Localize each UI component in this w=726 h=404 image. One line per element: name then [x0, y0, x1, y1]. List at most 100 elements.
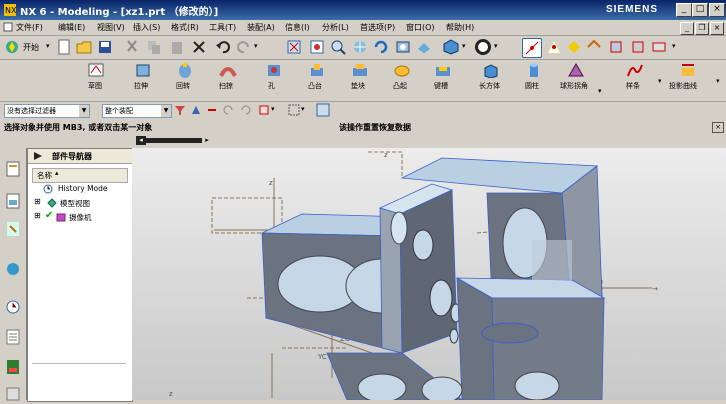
menu-assembly[interactable]: 装配(A): [247, 22, 275, 33]
undo-icon[interactable]: [215, 39, 231, 55]
extrude-icon[interactable]: [134, 62, 152, 78]
chevron-down-icon[interactable]: ▼: [161, 105, 171, 117]
select-bodies-icon[interactable]: [608, 39, 624, 55]
model-body[interactable]: [261, 157, 606, 400]
cut-icon[interactable]: [124, 39, 140, 55]
block-label[interactable]: 长方体: [479, 81, 500, 91]
pad-icon[interactable]: [351, 62, 369, 78]
select-all-icon[interactable]: [651, 39, 667, 55]
project-curve-icon[interactable]: [679, 62, 697, 78]
select-components-icon[interactable]: [630, 39, 646, 55]
start-icon[interactable]: [4, 39, 20, 55]
history-icon[interactable]: [5, 298, 21, 316]
more-features-icon[interactable]: ▾: [598, 87, 602, 95]
spline-icon[interactable]: [626, 62, 644, 78]
feature-select-icon[interactable]: [190, 104, 202, 116]
new-file-icon[interactable]: [56, 39, 72, 55]
camera-icon[interactable]: [416, 39, 432, 55]
render-style-icon[interactable]: [474, 38, 492, 56]
close-cue-button[interactable]: ×: [712, 122, 724, 133]
doc-close-button[interactable]: ×: [710, 22, 724, 35]
zoom-icon[interactable]: [309, 39, 325, 55]
boss-icon[interactable]: [308, 62, 326, 78]
maximize-button[interactable]: □: [692, 3, 708, 17]
sketch-icon[interactable]: [87, 62, 105, 78]
emboss-icon[interactable]: [393, 62, 411, 78]
spherical-corner-icon[interactable]: [567, 62, 585, 78]
menu-info[interactable]: 信息(I): [285, 22, 310, 33]
project-curve-label[interactable]: 投影曲线: [669, 81, 697, 91]
expand-icon[interactable]: ⊞: [34, 197, 41, 206]
sketch-label[interactable]: 草图: [88, 81, 102, 91]
snap-icon[interactable]: [206, 104, 218, 116]
menu-tools[interactable]: 工具(T): [209, 22, 236, 33]
revolve-label[interactable]: 回转: [176, 81, 190, 91]
expand-icon[interactable]: ⊞: [34, 211, 41, 220]
assembly-navigator-icon[interactable]: [5, 160, 21, 178]
arrow-back-icon[interactable]: [222, 104, 234, 116]
perspective-icon[interactable]: [395, 39, 411, 55]
render-dropdown-icon[interactable]: ▾: [494, 42, 498, 50]
menu-window[interactable]: 窗口(O): [406, 22, 435, 33]
redo-icon[interactable]: [236, 39, 252, 55]
process-studio-icon[interactable]: [5, 358, 21, 376]
model-viewport[interactable]: z z z ZC YC z z →: [132, 148, 726, 400]
view-triad-icon[interactable]: [316, 103, 330, 117]
open-folder-icon[interactable]: [76, 39, 92, 55]
type-filter-select[interactable]: 没有选择过滤器 ▼: [4, 104, 90, 118]
selection-dropdown-icon[interactable]: ▾: [672, 42, 676, 50]
block-icon[interactable]: [482, 62, 500, 78]
document-icon[interactable]: [3, 22, 13, 32]
copy-icon[interactable]: [146, 39, 162, 55]
menu-edit[interactable]: 编辑(E): [58, 22, 85, 33]
spline-label[interactable]: 样条: [626, 81, 640, 91]
collapse-right-icon[interactable]: ▸: [202, 136, 212, 145]
sweep-label[interactable]: 扫掠: [219, 81, 233, 91]
collapse-left-icon[interactable]: ◂: [136, 136, 146, 145]
select-faces-icon[interactable]: [566, 39, 582, 55]
doc-minimize-button[interactable]: _: [680, 22, 694, 35]
menu-preferences[interactable]: 首选项(P): [360, 22, 395, 33]
system-materials-icon[interactable]: [5, 328, 21, 346]
web-browser-icon[interactable]: [5, 260, 21, 278]
cylinder-icon[interactable]: [525, 62, 543, 78]
snap-point-icon[interactable]: [522, 38, 542, 58]
reuse-library-icon[interactable]: [5, 220, 21, 238]
doc-restore-button[interactable]: ❐: [695, 22, 709, 35]
fit-view-icon[interactable]: [286, 39, 302, 55]
redo-dropdown-icon[interactable]: ▾: [254, 42, 258, 50]
sort-up-icon[interactable]: ▴: [55, 169, 59, 177]
hole-label[interactable]: 孔: [268, 81, 275, 91]
nx-app-icon[interactable]: NX: [3, 3, 17, 17]
pad-label[interactable]: 垫块: [351, 81, 365, 91]
column-header[interactable]: 名称 ▴: [32, 168, 128, 183]
pan-icon[interactable]: [352, 39, 368, 55]
spherical-corner-label[interactable]: 球形拐角: [560, 81, 588, 91]
orient-view-icon[interactable]: [443, 39, 459, 55]
boss-label[interactable]: 凸台: [308, 81, 322, 91]
menu-analysis[interactable]: 分析(L): [322, 22, 349, 33]
lasso-dropdown-icon[interactable]: ▾: [301, 105, 305, 113]
navigator-pin-icon[interactable]: [34, 152, 42, 160]
menu-help[interactable]: 帮助(H): [446, 22, 474, 33]
select-mode-dropdown-icon[interactable]: ▾: [271, 105, 275, 113]
filter-icon[interactable]: [174, 104, 186, 116]
start-dropdown-icon[interactable]: ▾: [46, 42, 50, 50]
scope-select[interactable]: 整个装配 ▼: [102, 104, 172, 118]
arrow-forward-icon[interactable]: [240, 104, 252, 116]
zoom-in-out-icon[interactable]: [330, 39, 346, 55]
slot-icon[interactable]: [434, 62, 452, 78]
minimize-button[interactable]: _: [676, 3, 692, 17]
select-edges-icon[interactable]: [586, 39, 602, 55]
select-features-icon[interactable]: [546, 39, 562, 55]
hole-icon[interactable]: [265, 62, 283, 78]
spline-dropdown-icon[interactable]: ▾: [658, 77, 662, 85]
menu-format[interactable]: 格式(R): [171, 22, 199, 33]
menu-insert[interactable]: 插入(S): [133, 22, 160, 33]
extrude-label[interactable]: 拉伸: [134, 81, 148, 91]
menu-view[interactable]: 视图(V): [97, 22, 125, 33]
close-button[interactable]: ×: [709, 3, 725, 17]
graphics-window[interactable]: z z z ZC YC z z →: [132, 148, 726, 400]
orient-dropdown-icon[interactable]: ▾: [462, 42, 466, 50]
emboss-label[interactable]: 凸起: [393, 81, 407, 91]
